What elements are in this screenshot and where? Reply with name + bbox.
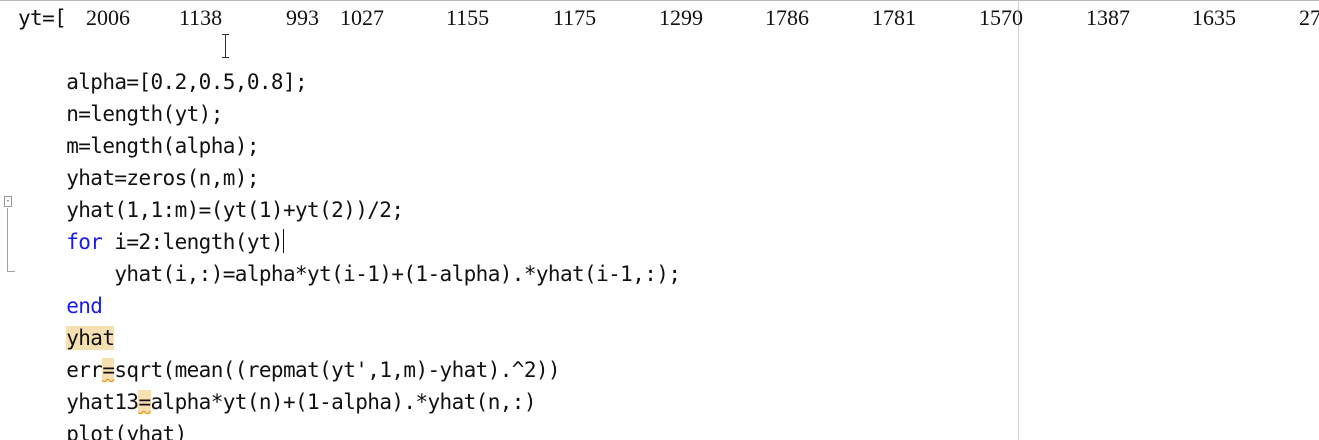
yt-value: 1781 xyxy=(872,5,916,30)
code-line-3[interactable]: n=length(yt); xyxy=(18,66,223,126)
yt-value: 1027 xyxy=(340,5,384,30)
yt-value: 2006 xyxy=(86,5,130,30)
yt-value: 27 xyxy=(1299,5,1319,30)
code-line-11[interactable]: err=sqrt(mean((repmat(yt',1,m)-yhat).^2)… xyxy=(18,322,561,382)
yt-value: 1635 xyxy=(1192,5,1236,30)
yt-value: 993 xyxy=(286,5,319,30)
text-cursor-icon xyxy=(222,34,230,58)
fold-collapse-icon[interactable]: - xyxy=(4,196,12,207)
code-line-5[interactable]: yhat=zeros(n,m); xyxy=(18,130,259,190)
fold-end-line xyxy=(7,271,15,272)
code-text: plot(yhat) xyxy=(66,422,187,440)
code-line-7[interactable]: for i=2:length(yt) xyxy=(18,194,284,254)
code-line-10[interactable]: yhat xyxy=(18,290,115,350)
code-line-9[interactable]: end xyxy=(18,258,103,318)
code-fold-gutter: - xyxy=(4,196,15,284)
yt-value: 1570 xyxy=(979,5,1023,30)
yt-value: 1138 xyxy=(179,5,223,30)
code-line-8[interactable]: yhat(i,:)=alpha*yt(i-1)+(1-alpha).*yhat(… xyxy=(18,226,681,286)
code-line-12[interactable]: yhat13=alpha*yt(n)+(1-alpha).*yhat(n,:) xyxy=(18,354,536,414)
code-text: alpha*yt(n)+(1-alpha).*yhat(n,:) xyxy=(150,390,537,414)
yt-value: 1786 xyxy=(765,5,809,30)
yt-value: 1299 xyxy=(659,5,703,30)
code-line-13[interactable]: plot(yhat) xyxy=(18,386,187,440)
right-margin-line xyxy=(1018,0,1019,440)
yt-value: 1175 xyxy=(553,5,597,30)
yt-assignment-prefix: yt=[ xyxy=(18,6,67,30)
code-line-2[interactable]: alpha=[0.2,0.5,0.8]; xyxy=(18,34,307,94)
editor-top-border xyxy=(0,0,1319,1)
yt-value: 1155 xyxy=(446,5,490,30)
code-line-4[interactable]: m=length(alpha); xyxy=(18,98,259,158)
code-text: yhat(i,:)=alpha*yt(i-1)+(1-alpha).*yhat(… xyxy=(66,262,681,286)
fold-guide-line xyxy=(7,208,8,272)
yt-value: 1387 xyxy=(1086,5,1130,30)
code-line-6[interactable]: yhat(1,1:m)=(yt(1)+yt(2))/2; xyxy=(18,162,404,222)
code-line-1[interactable]: yt=[ 2006 1138 993 1027 1155 1175 1299 1… xyxy=(18,2,1319,34)
code-editor[interactable]: - yt=[ 2006 1138 993 1027 1155 1175 1299… xyxy=(0,0,1319,440)
